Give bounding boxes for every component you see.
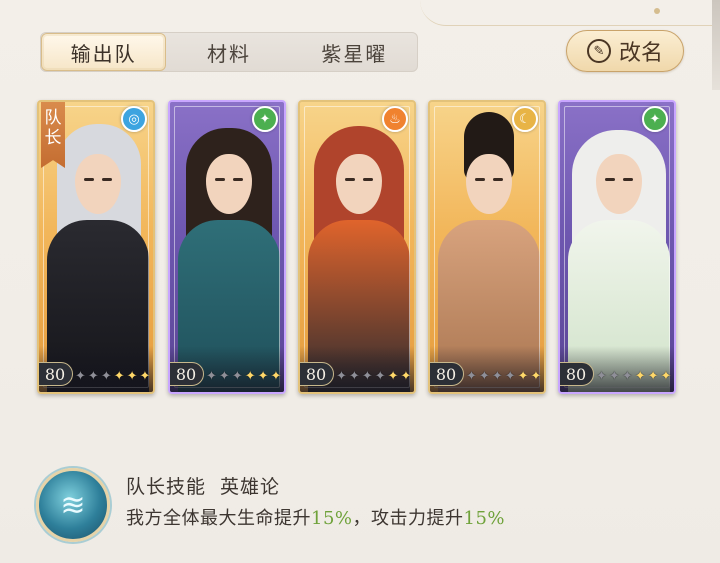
star-rating: ✦ ✦ ✦ ✦ ✦ ✦ bbox=[596, 369, 672, 384]
character-card-2[interactable]: ✦ 80 ✦ ✦ ✦ ✦ ✦ ✦ bbox=[168, 100, 286, 394]
attack-bonus-value: 15% bbox=[463, 508, 506, 529]
leader-skill-label: 队长技能 bbox=[126, 476, 207, 498]
tab-materials[interactable]: 材料 bbox=[166, 33, 291, 71]
character-card-1[interactable]: 队长 ◎ 80 ✦ ✦ ✦ ✦ ✦ ✦ bbox=[37, 100, 155, 394]
star-rating: ✦ ✦ ✦ ✦ ✦ ✦ bbox=[206, 369, 282, 384]
leaf-icon: ✦ bbox=[642, 106, 668, 132]
level-badge: 80 bbox=[39, 362, 73, 386]
leader-skill-title: 队长技能 英雄论 bbox=[126, 472, 280, 499]
moon-icon: ☾ bbox=[512, 106, 538, 132]
character-card-5[interactable]: ✦ 80 ✦ ✦ ✦ ✦ ✦ ✦ bbox=[558, 100, 676, 394]
hp-bonus-value: 15% bbox=[311, 508, 353, 529]
level-badge: 80 bbox=[560, 362, 594, 386]
leader-skill-description: 我方全体最大生命提升15%，攻击力提升15% bbox=[126, 508, 506, 529]
leader-badge: 队长 bbox=[41, 102, 65, 168]
panel-edge bbox=[712, 0, 720, 90]
tab-purple-star[interactable]: 紫星曜 bbox=[292, 33, 417, 71]
leader-skill-icon[interactable]: ≋ bbox=[36, 468, 110, 542]
star-rating: ✦ ✦ ✦ ✦ ✦ ✦ bbox=[336, 369, 412, 384]
level-badge: 80 bbox=[430, 362, 464, 386]
level-badge: 80 bbox=[170, 362, 204, 386]
fish-water-icon: ≋ bbox=[60, 487, 86, 523]
tab-output-team[interactable]: 输出队 bbox=[41, 33, 167, 71]
star-rating: ✦ ✦ ✦ ✦ ✦ ✦ bbox=[466, 369, 542, 384]
character-card-3[interactable]: ♨ 80 ✦ ✦ ✦ ✦ ✦ ✦ bbox=[298, 100, 416, 394]
rename-button[interactable]: ✎ 改名 bbox=[566, 30, 684, 72]
level-badge: 80 bbox=[300, 362, 334, 386]
team-tabs: 输出队 材料 紫星曜 bbox=[40, 32, 418, 72]
star-rating: ✦ ✦ ✦ ✦ ✦ ✦ bbox=[75, 369, 151, 384]
water-swirl-icon: ◎ bbox=[121, 106, 147, 132]
top-ornament bbox=[420, 0, 720, 26]
rename-label: 改名 bbox=[618, 41, 663, 66]
flame-icon: ♨ bbox=[382, 106, 408, 132]
brush-icon: ✎ bbox=[586, 39, 611, 63]
leader-skill-name: 英雄论 bbox=[220, 476, 281, 498]
character-card-4[interactable]: ☾ 80 ✦ ✦ ✦ ✦ ✦ ✦ bbox=[428, 100, 546, 394]
leaf-icon: ✦ bbox=[252, 106, 278, 132]
